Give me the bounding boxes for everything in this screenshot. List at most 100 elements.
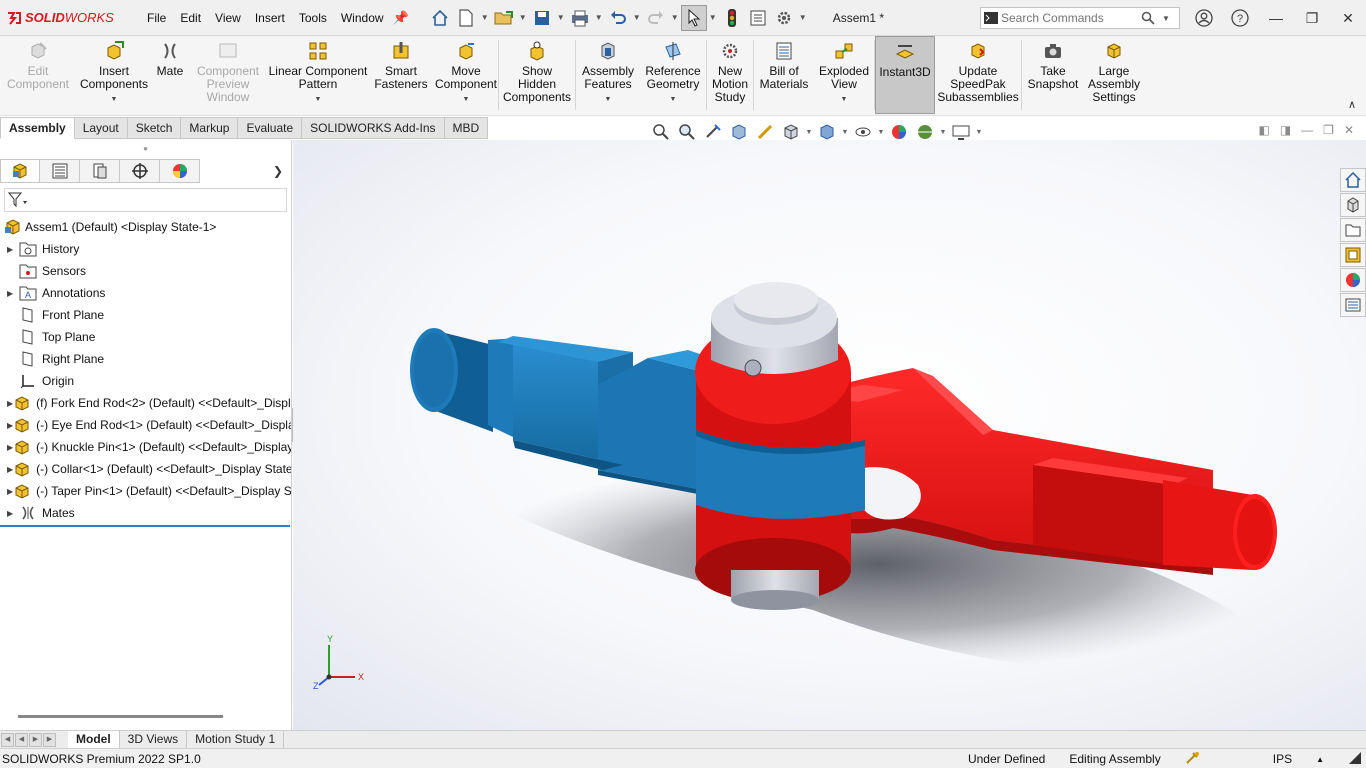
quick-tips-icon[interactable]	[1336, 751, 1366, 768]
tile-right-icon[interactable]: ◨	[1280, 123, 1291, 137]
last-tab-icon[interactable]: ▶	[43, 732, 56, 747]
chevron-down-icon[interactable]: ▼	[111, 93, 118, 106]
tab-layout[interactable]: Layout	[74, 117, 128, 139]
ribbon-move-component-button[interactable]: Move Component ▼	[434, 36, 498, 114]
search-commands-box[interactable]: ▼	[980, 7, 1180, 29]
new-document-icon[interactable]	[453, 5, 479, 31]
ribbon-motion-study-button[interactable]: New Motion Study	[707, 36, 753, 114]
tab-sketch[interactable]: Sketch	[127, 117, 182, 139]
chevron-down-icon[interactable]: ▼	[315, 93, 322, 106]
units-dropdown-icon[interactable]: ▲	[1304, 755, 1336, 764]
chevron-down-icon[interactable]: ▼	[974, 129, 984, 136]
tree-item[interactable]: ▶ (-) Knuckle Pin<1> (Default) <<Default>…	[0, 436, 291, 458]
help-icon[interactable]: ?	[1222, 0, 1258, 36]
display-style-icon[interactable]	[814, 121, 840, 143]
ribbon-edit-component-button[interactable]: Edit Component	[0, 36, 76, 114]
ribbon-reference-geometry-button[interactable]: Reference Geometry ▼	[640, 36, 706, 114]
zoom-to-area-icon[interactable]	[674, 121, 700, 143]
edit-appearance-icon[interactable]	[886, 121, 912, 143]
ribbon-insert-components-button[interactable]: Insert Components ▼	[76, 36, 152, 114]
ribbon-collapse-chevron-icon[interactable]: ∧	[1348, 98, 1356, 111]
tree-item[interactable]: Origin	[0, 370, 291, 392]
zoom-to-fit-icon[interactable]	[648, 121, 674, 143]
close-icon[interactable]: ✕	[1330, 0, 1366, 36]
dynamic-annotation-icon[interactable]	[752, 121, 778, 143]
tile-left-icon[interactable]: ◧	[1258, 123, 1269, 137]
open-folder-icon[interactable]	[491, 5, 517, 31]
ribbon-speedpak-button[interactable]: Update SpeedPak Subassemblies	[935, 36, 1021, 114]
expand-arrow-icon[interactable]: ▶	[7, 289, 19, 298]
custom-properties-icon[interactable]	[1340, 293, 1366, 317]
viewport-close-icon[interactable]: ✕	[1344, 123, 1354, 137]
panel-horizontal-scrollbar[interactable]	[18, 715, 223, 718]
ribbon-bill-of-materials-button[interactable]: Bill of Materials	[754, 36, 814, 114]
tree-item[interactable]: ▶ A Annotations	[0, 282, 291, 304]
chevron-down-icon[interactable]: ▼	[804, 129, 814, 136]
assembly-model[interactable]	[293, 140, 1366, 730]
search-icon[interactable]	[1141, 11, 1159, 25]
feature-manager-tab-icon[interactable]	[0, 159, 40, 183]
search-dropdown-icon[interactable]: ▼	[1159, 14, 1173, 23]
bottom-tab-motion-study-1[interactable]: Motion Study 1	[187, 731, 285, 748]
ribbon-component-preview-button[interactable]: Component Preview Window	[188, 36, 268, 114]
options-dropdown-icon[interactable]: ▼	[797, 13, 809, 22]
menu-view[interactable]: View	[208, 11, 248, 25]
save-dropdown-icon[interactable]: ▼	[555, 13, 567, 22]
tab-evaluate[interactable]: Evaluate	[238, 117, 303, 139]
chevron-down-icon[interactable]: ▼	[938, 129, 948, 136]
filter-icon[interactable]	[8, 192, 30, 208]
menu-file[interactable]: File	[140, 11, 173, 25]
previous-view-icon[interactable]	[700, 121, 726, 143]
print-icon[interactable]	[567, 5, 593, 31]
ribbon-instant3d-button[interactable]: Instant3D	[875, 36, 935, 114]
select-dropdown-icon[interactable]: ▼	[707, 13, 719, 22]
apply-scene-icon[interactable]	[912, 121, 938, 143]
bottom-tab-model[interactable]: Model	[68, 731, 120, 748]
tree-item[interactable]: ▶ (f) Fork End Rod<2> (Default) <<Default…	[0, 392, 291, 414]
redo-icon[interactable]	[643, 5, 669, 31]
appearances-icon[interactable]	[1340, 268, 1366, 292]
save-icon[interactable]	[529, 5, 555, 31]
bottom-tab-3d-views[interactable]: 3D Views	[120, 731, 188, 748]
expand-arrow-icon[interactable]: ▶	[7, 509, 19, 518]
chevron-down-icon[interactable]: ▼	[463, 93, 470, 106]
rebuild-status-icon[interactable]	[1173, 751, 1213, 768]
chevron-down-icon[interactable]: ▼	[605, 93, 612, 106]
menu-edit[interactable]: Edit	[173, 11, 208, 25]
viewport-minimize-icon[interactable]: —	[1301, 123, 1313, 137]
ribbon-assembly-features-button[interactable]: Assembly Features ▼	[576, 36, 640, 114]
solidworks-resources-icon[interactable]	[1340, 168, 1366, 192]
hide-show-items-icon[interactable]	[850, 121, 876, 143]
panel-grip[interactable]: ●	[0, 140, 291, 158]
ribbon-exploded-view-button[interactable]: Exploded View ▼	[814, 36, 874, 114]
tab-solidworks-add-ins[interactable]: SOLIDWORKS Add-Ins	[302, 117, 445, 139]
chevron-down-icon[interactable]: ▼	[840, 129, 850, 136]
property-manager-tab-icon[interactable]	[40, 159, 80, 183]
menu-tools[interactable]: Tools	[292, 11, 334, 25]
file-properties-icon[interactable]	[745, 5, 771, 31]
design-library-icon[interactable]	[1340, 193, 1366, 217]
tree-item[interactable]: Front Plane	[0, 304, 291, 326]
next-tab-icon[interactable]: ▶	[29, 732, 42, 747]
ribbon-smart-fasteners-button[interactable]: Smart Fasteners	[368, 36, 434, 114]
ribbon-snapshot-button[interactable]: Take Snapshot	[1022, 36, 1084, 114]
viewport-restore-icon[interactable]: ❐	[1323, 123, 1334, 137]
display-manager-tab-icon[interactable]	[160, 159, 200, 183]
tab-assembly[interactable]: Assembly	[0, 117, 75, 139]
first-tab-icon[interactable]: ◀	[1, 732, 14, 747]
previous-tab-icon[interactable]: ◀	[15, 732, 28, 747]
ribbon-mate-button[interactable]: Mate	[152, 36, 188, 114]
tree-item[interactable]: ▶ History	[0, 238, 291, 260]
search-input[interactable]	[1001, 11, 1141, 25]
select-arrow-icon[interactable]	[680, 4, 707, 31]
tab-markup[interactable]: Markup	[181, 117, 239, 139]
tree-rollback-bar[interactable]	[0, 525, 290, 527]
menu-insert[interactable]: Insert	[248, 11, 292, 25]
view-settings-icon[interactable]	[948, 121, 974, 143]
knuckle-joint[interactable]	[695, 282, 865, 610]
tree-item[interactable]: ▶ Mates	[0, 502, 291, 524]
home-icon[interactable]	[427, 5, 453, 31]
view-orientation-icon[interactable]	[778, 121, 804, 143]
tree-item[interactable]: ▶ (-) Collar<1> (Default) <<Default>_Disp…	[0, 458, 291, 480]
tree-item[interactable]: ▶ (-) Taper Pin<1> (Default) <<Default>_D…	[0, 480, 291, 502]
